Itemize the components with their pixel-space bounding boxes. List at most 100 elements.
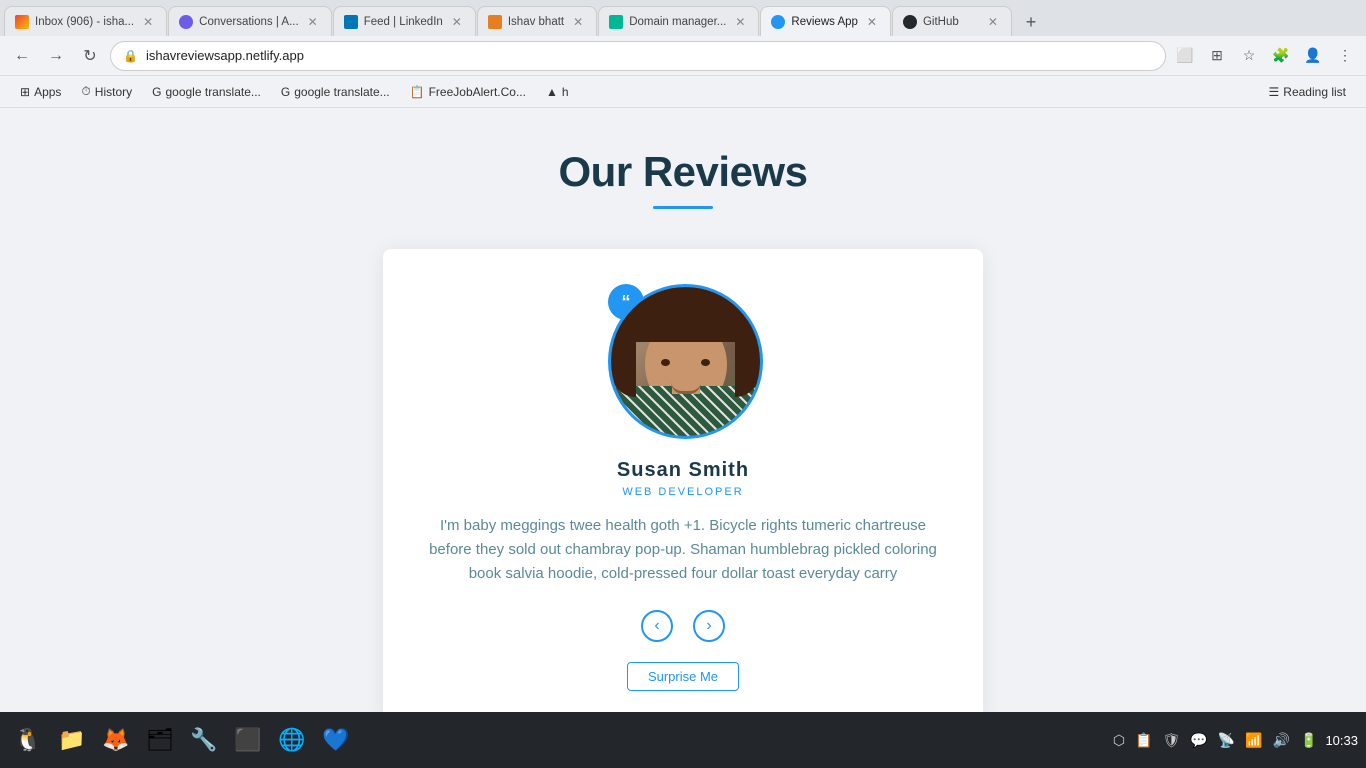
lock-icon: 🔒 xyxy=(123,49,138,63)
prev-review-button[interactable]: ‹ xyxy=(641,610,673,642)
profile-icon[interactable]: 👤 xyxy=(1300,43,1326,69)
tab-favicon-conversations xyxy=(179,15,193,29)
page-title: Our Reviews xyxy=(559,148,808,196)
tab-title-gmail: Inbox (906) - isha... xyxy=(35,16,134,28)
battery-icon[interactable]: 🔋 xyxy=(1298,730,1319,751)
tab-favicon-ishav xyxy=(488,15,502,29)
tab-ishav[interactable]: Ishav bhatt ✕ xyxy=(477,6,597,36)
review-text: I'm baby meggings twee health goth +1. B… xyxy=(423,514,943,586)
tab-close-domain[interactable]: ✕ xyxy=(732,14,748,30)
bookmark-label-2: google translate... xyxy=(165,85,260,99)
tab-reviews[interactable]: Reviews App ✕ xyxy=(760,6,891,36)
bookmark-favicon-1: ⏱ xyxy=(81,84,90,99)
tab-close-ishav[interactable]: ✕ xyxy=(570,14,586,30)
taskbar-icon-vscode[interactable]: 💙 xyxy=(316,720,356,760)
bookmark-icon[interactable]: ☆ xyxy=(1236,43,1262,69)
tab-close-github[interactable]: ✕ xyxy=(985,14,1001,30)
card-navigation: ‹ › xyxy=(641,610,725,642)
review-card: “ xyxy=(383,249,983,712)
bluetooth-icon[interactable]: ⬡ xyxy=(1111,730,1127,751)
tab-github[interactable]: GitHub ✕ xyxy=(892,6,1012,36)
reading-list-label: Reading list xyxy=(1283,85,1346,99)
tab-close-conversations[interactable]: ✕ xyxy=(305,14,321,30)
nav-right-icons: ⬜ ⊞ ☆ 🧩 👤 ⋮ xyxy=(1172,43,1358,69)
bookmark-item-1[interactable]: ⏱ History xyxy=(73,82,140,101)
forward-button[interactable]: → xyxy=(42,42,70,70)
bookmark-item-0[interactable]: ⊞ Apps xyxy=(12,83,69,101)
clipboard-icon[interactable]: 📋 xyxy=(1133,730,1154,751)
tab-title-domain: Domain manager... xyxy=(629,16,726,28)
bookmark-favicon-3: G xyxy=(281,85,290,99)
taskbar-icon-linux[interactable]: 🐧 xyxy=(8,720,48,760)
taskbar-icon-folder[interactable]: 🗂 xyxy=(140,720,180,760)
tab-title-github: GitHub xyxy=(923,16,979,28)
network-icon[interactable]: 📡 xyxy=(1216,730,1237,751)
tab-title-reviews: Reviews App xyxy=(791,16,857,28)
tab-title-ishav: Ishav bhatt xyxy=(508,16,564,28)
taskbar-icon-terminal[interactable]: ⬛ xyxy=(228,720,268,760)
tab-gmail[interactable]: Inbox (906) - isha... ✕ xyxy=(4,6,167,36)
bookmark-label-4: FreeJobAlert.Co... xyxy=(429,85,526,99)
tab-close-gmail[interactable]: ✕ xyxy=(140,14,156,30)
title-underline xyxy=(653,206,713,209)
tab-title-conversations: Conversations | A... xyxy=(199,16,299,28)
reviewer-name: Susan Smith xyxy=(617,459,749,482)
bookmark-item-5[interactable]: ▲h xyxy=(538,83,577,101)
new-tab-button[interactable]: + xyxy=(1017,8,1045,36)
tab-close-reviews[interactable]: ✕ xyxy=(864,14,880,30)
browser-window: Inbox (906) - isha... ✕ Conversations | … xyxy=(0,0,1366,768)
bookmark-favicon-4: 📋 xyxy=(410,85,425,99)
avatar-wrapper: “ xyxy=(603,279,763,439)
menu-icon[interactable]: ⋮ xyxy=(1332,43,1358,69)
reading-list-button[interactable]: ☰Reading list xyxy=(1261,83,1354,101)
bookmark-favicon-2: G xyxy=(152,85,161,99)
tab-conversations[interactable]: Conversations | A... ✕ xyxy=(168,6,332,36)
volume-icon[interactable]: 🔊 xyxy=(1271,730,1292,751)
bookmark-favicon-5: ▲ xyxy=(546,85,558,99)
back-button[interactable]: ← xyxy=(8,42,36,70)
taskbar-icon-wrench[interactable]: 🔧 xyxy=(184,720,224,760)
tab-domain[interactable]: Domain manager... ✕ xyxy=(598,6,759,36)
bookmarks-bar: ⊞Apps⏱HistoryGgoogle translate...Ggoogle… xyxy=(0,76,1366,108)
reading-list-icon: ☰ xyxy=(1269,85,1280,99)
reviewer-role: WEB DEVELOPER xyxy=(622,486,743,498)
taskbar: 🐧📁🦊🗂🔧⬛🌐💙 ⬡ 📋 🛡 💬 📡 📶 🔊 🔋 10:33 xyxy=(0,712,1366,768)
system-time: 10:33 xyxy=(1325,733,1358,748)
extension-icon[interactable]: 🧩 xyxy=(1268,43,1294,69)
shield-icon[interactable]: 🛡 xyxy=(1160,730,1182,751)
cast-icon[interactable]: ⬜ xyxy=(1172,43,1198,69)
taskbar-icon-chrome[interactable]: 🌐 xyxy=(272,720,312,760)
address-bar[interactable]: 🔒 ishavreviewsapp.netlify.app xyxy=(110,41,1166,71)
reload-button[interactable]: ↻ xyxy=(76,42,104,70)
next-review-button[interactable]: › xyxy=(693,610,725,642)
surprise-me-button[interactable]: Surprise Me xyxy=(627,662,739,691)
taskbar-icon-files[interactable]: 📁 xyxy=(52,720,92,760)
tab-favicon-gmail xyxy=(15,15,29,29)
bookmark-label-1: History xyxy=(95,85,132,99)
address-text: ishavreviewsapp.netlify.app xyxy=(146,48,1153,63)
taskbar-icon-firefox[interactable]: 🦊 xyxy=(96,720,136,760)
avatar xyxy=(608,284,763,439)
tab-title-linkedin: Feed | LinkedIn xyxy=(364,16,443,28)
tab-linkedin[interactable]: Feed | LinkedIn ✕ xyxy=(333,6,476,36)
chat-icon[interactable]: 💬 xyxy=(1188,730,1209,751)
bookmark-item-3[interactable]: Ggoogle translate... xyxy=(273,83,398,101)
page-inner: Our Reviews “ xyxy=(0,148,1366,712)
tab-favicon-reviews xyxy=(771,15,785,29)
tab-favicon-linkedin xyxy=(344,15,358,29)
tab-close-linkedin[interactable]: ✕ xyxy=(449,14,465,30)
avatar-image xyxy=(611,287,760,436)
bookmark-label-0: Apps xyxy=(34,85,61,99)
bookmark-item-2[interactable]: Ggoogle translate... xyxy=(144,83,269,101)
tabs-bar: Inbox (906) - isha... ✕ Conversations | … xyxy=(0,0,1366,36)
bookmark-item-4[interactable]: 📋 FreeJobAlert.Co... xyxy=(402,83,534,101)
tab-favicon-domain xyxy=(609,15,623,29)
page-content: Our Reviews “ xyxy=(0,108,1366,712)
bookmark-label-5: h xyxy=(562,85,569,99)
tab-favicon-github xyxy=(903,15,917,29)
system-tray: ⬡ 📋 🛡 💬 📡 📶 🔊 🔋 10:33 xyxy=(1111,730,1358,751)
nav-bar: ← → ↻ 🔒 ishavreviewsapp.netlify.app ⬜ ⊞ … xyxy=(0,36,1366,76)
wifi-icon[interactable]: 📶 xyxy=(1243,730,1264,751)
tab-search-icon[interactable]: ⊞ xyxy=(1204,43,1230,69)
bookmark-favicon-0: ⊞ xyxy=(20,85,30,99)
